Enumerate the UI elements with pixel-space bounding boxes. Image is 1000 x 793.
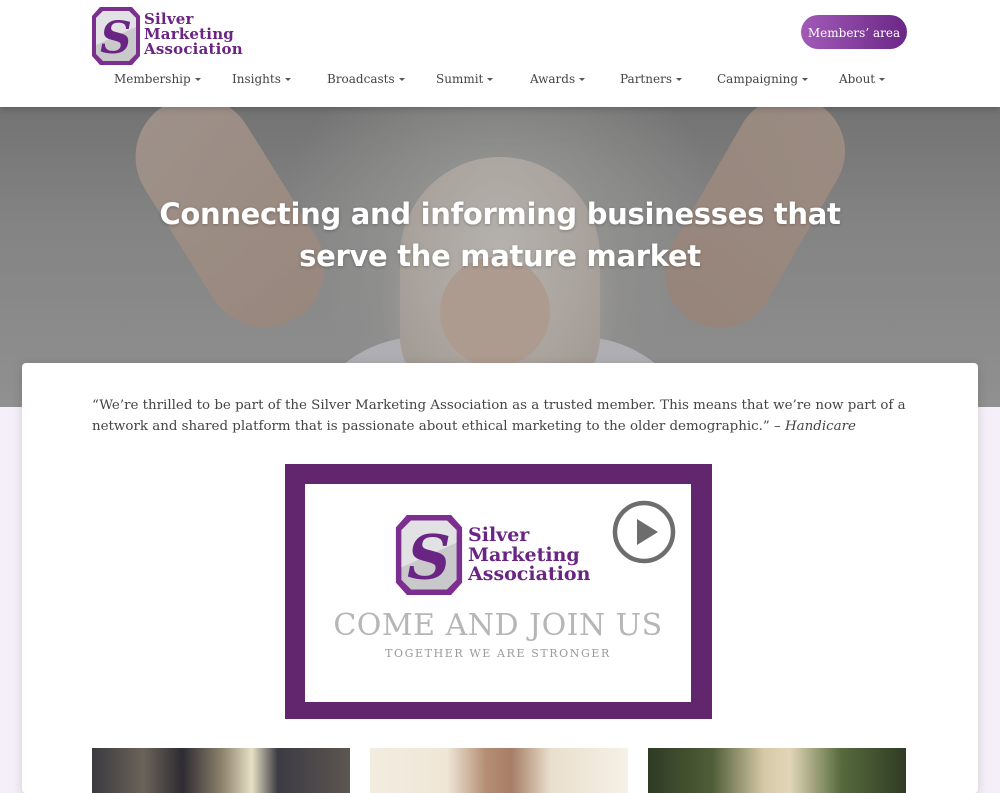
nav-label: Summit [436, 72, 484, 86]
video-tagline: TOGETHER WE ARE STRONGER [385, 647, 611, 660]
caret-down-icon [398, 78, 405, 81]
main-nav: Membership Insights Broadcasts Summit Aw… [92, 72, 908, 92]
nav-label: Broadcasts [327, 72, 395, 86]
site-header: S Silver Marketing Association Members’ … [0, 0, 1000, 107]
video-logo-wordmark: Silver Marketing Association [468, 524, 591, 585]
logo-wordmark: Silver Marketing Association [144, 12, 243, 57]
logo-badge-icon: S [92, 7, 140, 65]
article-thumbnail-3[interactable] [648, 748, 906, 793]
video-thumbnail: S Silver Marketing Association COME AND … [305, 484, 691, 702]
article-thumbnail-1[interactable] [92, 748, 350, 793]
caret-down-icon [194, 78, 201, 81]
video-logo-line-3: Association [468, 563, 591, 585]
nav-item-insights[interactable]: Insights [232, 72, 291, 86]
caret-down-icon [879, 78, 886, 81]
hero-title: Connecting and informing businesses that… [0, 193, 1000, 277]
testimonial-quote: “We’re thrilled to be part of the Silver… [92, 395, 908, 437]
nav-label: Partners [620, 72, 672, 86]
caret-down-icon [487, 78, 494, 81]
video-headline: COME AND JOIN US [333, 608, 663, 643]
video-player[interactable]: S Silver Marketing Association COME AND … [285, 464, 712, 719]
caret-down-icon [284, 78, 291, 81]
nav-item-campaigning[interactable]: Campaigning [717, 72, 809, 86]
nav-item-about[interactable]: About [839, 72, 886, 86]
nav-label: Awards [530, 72, 576, 86]
nav-label: About [839, 72, 876, 86]
caret-down-icon [802, 78, 809, 81]
nav-label: Membership [114, 72, 191, 86]
testimonial-author: Handicare [784, 419, 856, 434]
content-card: “We’re thrilled to be part of the Silver… [22, 363, 978, 793]
nav-item-summit[interactable]: Summit [436, 72, 494, 86]
nav-label: Campaigning [717, 72, 799, 86]
video-logo-badge-icon: S [395, 515, 463, 595]
nav-label: Insights [232, 72, 281, 86]
caret-down-icon [675, 78, 682, 81]
nav-item-broadcasts[interactable]: Broadcasts [327, 72, 405, 86]
play-icon[interactable] [612, 500, 676, 564]
nav-item-partners[interactable]: Partners [620, 72, 682, 86]
hero-banner: Connecting and informing businesses that… [0, 107, 1000, 407]
svg-text:S: S [100, 13, 132, 64]
hero-title-line-2: serve the mature market [299, 239, 701, 273]
video-logo-line-1: Silver [468, 524, 530, 546]
testimonial-text: “We’re thrilled to be part of the Silver… [92, 398, 906, 434]
logo-line-3: Association [144, 40, 243, 58]
site-logo[interactable]: S Silver Marketing Association [92, 7, 243, 65]
svg-text:S: S [407, 522, 451, 593]
hero-title-line-1: Connecting and informing businesses that [159, 197, 841, 231]
nav-item-awards[interactable]: Awards [530, 72, 586, 86]
caret-down-icon [579, 78, 586, 81]
nav-item-membership[interactable]: Membership [114, 72, 201, 86]
article-thumbnail-2[interactable] [370, 748, 628, 793]
members-area-button[interactable]: Members’ area [801, 15, 907, 49]
